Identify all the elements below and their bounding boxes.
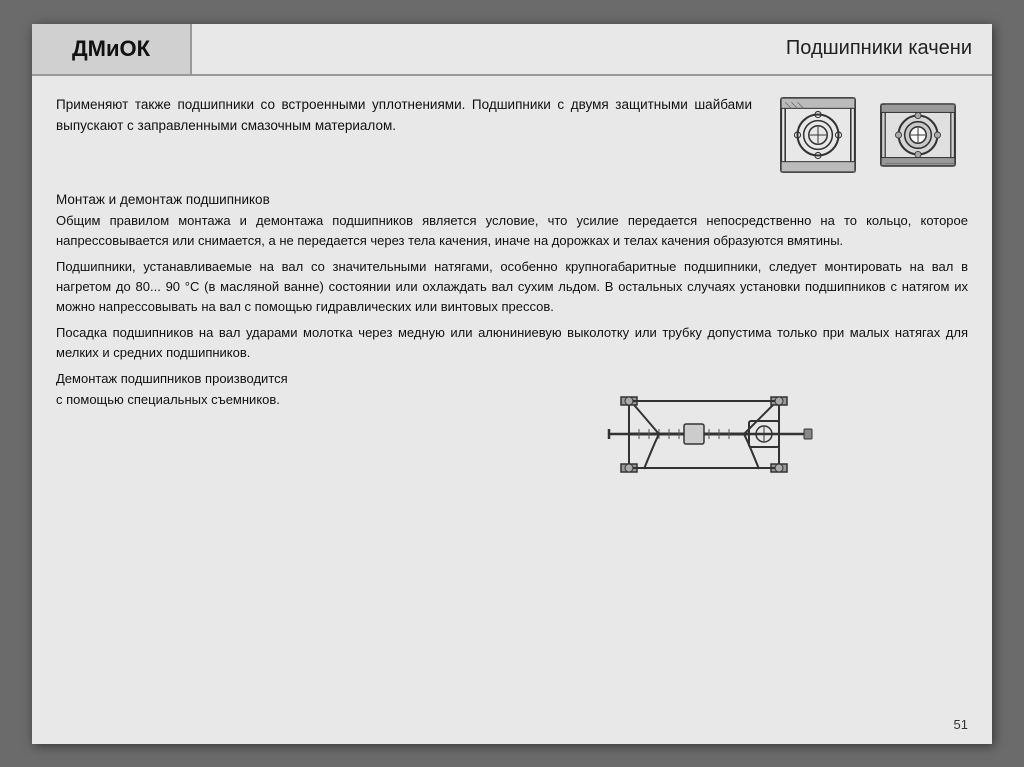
slide-title: Подшипники качени	[786, 37, 972, 60]
header-right: Подшипники качени	[192, 24, 992, 74]
slide: ДМиОК Подшипники качени Применяют также …	[32, 24, 992, 744]
bearing-image-1	[777, 94, 859, 176]
content-area: Применяют также подшипники со встроенным…	[32, 76, 992, 744]
paragraph-3: Посадка подшипников на вал ударами молот…	[56, 323, 968, 363]
paragraph-2: Подшипники, устанавливаемые на вал со зн…	[56, 257, 968, 317]
bottom-section: Демонтаж подшипников производится с помо…	[56, 369, 968, 499]
bearing-image-2	[877, 94, 959, 176]
demount-line1: Демонтаж подшипников производится	[56, 371, 288, 386]
demount-line2: с помощью специальных съемников.	[56, 392, 280, 407]
header-left: ДМиОК	[32, 24, 192, 74]
bearing-images	[768, 94, 968, 176]
puller-svg	[589, 369, 829, 499]
header: ДМиОК Подшипники качени	[32, 24, 992, 76]
section-title: Монтаж и демонтаж подшипников	[56, 192, 968, 207]
app-title: ДМиОК	[72, 36, 150, 62]
intro-paragraph: Применяют также подшипники со встроенным…	[56, 94, 752, 137]
page-number: 51	[954, 717, 968, 732]
demount-text: Демонтаж подшипников производится с помо…	[56, 369, 439, 411]
top-section: Применяют также подшипники со встроенным…	[56, 94, 968, 176]
paragraph-1: Общим правилом монтажа и демонтажа подши…	[56, 211, 968, 251]
puller-image	[449, 369, 968, 499]
